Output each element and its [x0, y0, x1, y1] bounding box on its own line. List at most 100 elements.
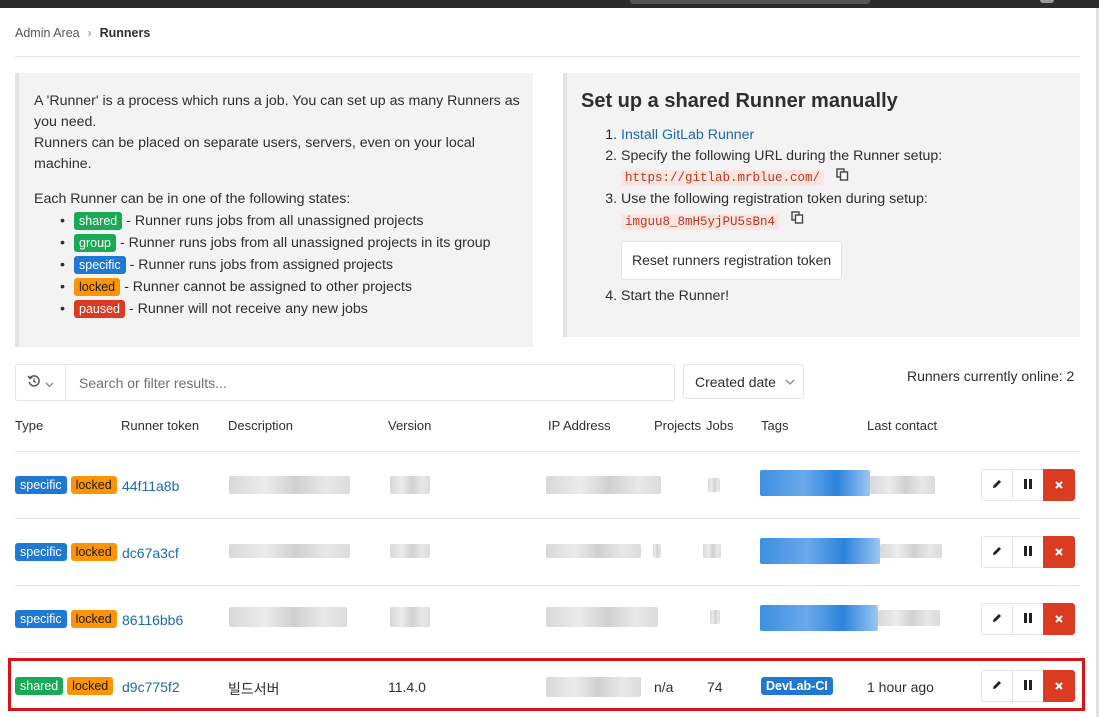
state-item: specific - Runner runs jobs from assigne… [74, 254, 524, 276]
pause-icon [1023, 544, 1033, 560]
row-actions [981, 469, 1075, 501]
col-last-contact: Last contact [867, 418, 938, 433]
col-tags: Tags [761, 418, 789, 433]
runners-online-count: Runners currently online: 2 [907, 368, 1075, 384]
redacted-ip [546, 607, 658, 627]
user-avatar[interactable] [1040, 0, 1054, 3]
pause-button[interactable] [1012, 536, 1044, 568]
runner-token-link[interactable]: dc67a3cf [122, 545, 179, 561]
setup-step-1: Install GitLab Runner [621, 125, 1061, 146]
info-line-2: Runners can be placed on separate users,… [34, 135, 475, 172]
pencil-icon [991, 544, 1003, 560]
breadcrumb-current[interactable]: Runners [100, 26, 151, 40]
edit-button[interactable] [981, 469, 1013, 501]
setup-steps: Install GitLab Runner Specify the follow… [583, 125, 1061, 307]
setup-step-2: Specify the following URL during the Run… [621, 146, 1061, 189]
runner-token-link[interactable]: 86116bb6 [122, 612, 183, 628]
chevron-down-icon [785, 375, 795, 392]
navbar-search[interactable] [630, 0, 870, 4]
search-input[interactable]: Search or filter results... [79, 375, 227, 391]
install-runner-link[interactable]: Install GitLab Runner [621, 127, 754, 143]
breadcrumb: Admin Area › Runners [15, 26, 150, 40]
pencil-icon [991, 477, 1003, 493]
redacted-ip [546, 544, 641, 558]
col-version: Version [388, 418, 432, 433]
registration-token: imguu8_8mH5yjPU5sBn4 [621, 213, 780, 230]
col-projects: Projects [654, 418, 701, 433]
breadcrumb-admin-area[interactable]: Admin Area [15, 26, 80, 40]
row-actions [981, 603, 1075, 635]
paused-badge: paused [74, 300, 126, 318]
redacted-tags [760, 470, 870, 496]
col-jobs: Jobs [706, 418, 734, 433]
close-icon [1054, 611, 1064, 627]
redacted-version [390, 476, 430, 494]
locked-badge: locked [70, 610, 117, 628]
redacted-description [229, 607, 347, 627]
top-navbar [0, 0, 1099, 8]
redacted-jobs [708, 478, 720, 492]
locked-badge: locked [70, 476, 117, 494]
redacted-projects [653, 544, 661, 558]
divider [15, 56, 1080, 57]
locked-badge: locked [74, 278, 121, 296]
group-badge: group [74, 234, 116, 252]
specific-badge: specific [15, 476, 67, 494]
pause-button[interactable] [1012, 603, 1044, 635]
pause-icon [1023, 477, 1033, 493]
col-description: Description [228, 418, 294, 433]
state-item: group - Runner runs jobs from all unassi… [74, 232, 524, 254]
chevron-right-icon: › [87, 26, 92, 40]
copy-icon[interactable] [836, 167, 849, 188]
copy-icon[interactable] [791, 210, 804, 231]
runner-info-box: A 'Runner' is a process which runs a job… [15, 73, 533, 347]
runner-token-link[interactable]: 44f11a8b [122, 478, 179, 494]
shared-runner-setup-box: Set up a shared Runner manually Install … [563, 73, 1080, 337]
edit-button[interactable] [981, 603, 1013, 635]
states-list: shared - Runner runs jobs from all unass… [34, 210, 524, 320]
remove-button[interactable] [1043, 536, 1075, 568]
state-item: paused - Runner will not receive any new… [74, 298, 524, 320]
state-item: locked - Runner cannot be assigned to ot… [74, 276, 524, 298]
state-item: shared - Runner runs jobs from all unass… [74, 210, 524, 232]
redacted-last-contact [870, 476, 935, 494]
close-icon [1054, 544, 1064, 560]
states-intro: Each Runner can be in one of the followi… [34, 191, 351, 207]
redacted-ip [546, 476, 661, 494]
recent-searches-dropdown[interactable] [16, 365, 66, 400]
remove-button[interactable] [1043, 469, 1075, 501]
highlight-box [8, 658, 1085, 711]
specific-badge: specific [74, 256, 126, 274]
remove-button[interactable] [1043, 603, 1075, 635]
pause-button[interactable] [1012, 469, 1044, 501]
col-type: Type [15, 418, 44, 433]
setup-step-4: Start the Runner! [621, 286, 1061, 307]
pause-icon [1023, 611, 1033, 627]
setup-title: Set up a shared Runner manually [581, 90, 898, 112]
redacted-description [229, 476, 350, 494]
reset-token-button[interactable]: Reset runners registration token [621, 240, 843, 280]
chevron-down-icon [45, 375, 54, 391]
history-icon [27, 374, 41, 391]
locked-badge: locked [70, 543, 117, 561]
specific-badge: specific [15, 610, 67, 628]
pencil-icon [991, 611, 1003, 627]
redacted-tags [760, 605, 878, 631]
col-ip-address: IP Address [548, 418, 611, 433]
redacted-tags [760, 538, 880, 564]
col-runner-token: Runner token [121, 418, 200, 433]
redacted-last-contact [880, 544, 942, 558]
redacted-jobs [710, 610, 720, 624]
redacted-jobs [703, 544, 721, 558]
edit-button[interactable] [981, 536, 1013, 568]
redacted-version [390, 544, 430, 558]
specific-badge: specific [15, 543, 67, 561]
info-line-1: A 'Runner' is a process which runs a job… [34, 93, 520, 130]
sort-dropdown[interactable]: Created date [683, 364, 804, 399]
close-icon [1054, 477, 1064, 493]
row-actions [981, 536, 1075, 568]
redacted-last-contact [878, 610, 940, 626]
filter-bar: Search or filter results... [15, 364, 675, 401]
setup-step-3: Use the following registration token dur… [621, 189, 1061, 285]
redacted-version [390, 607, 430, 627]
